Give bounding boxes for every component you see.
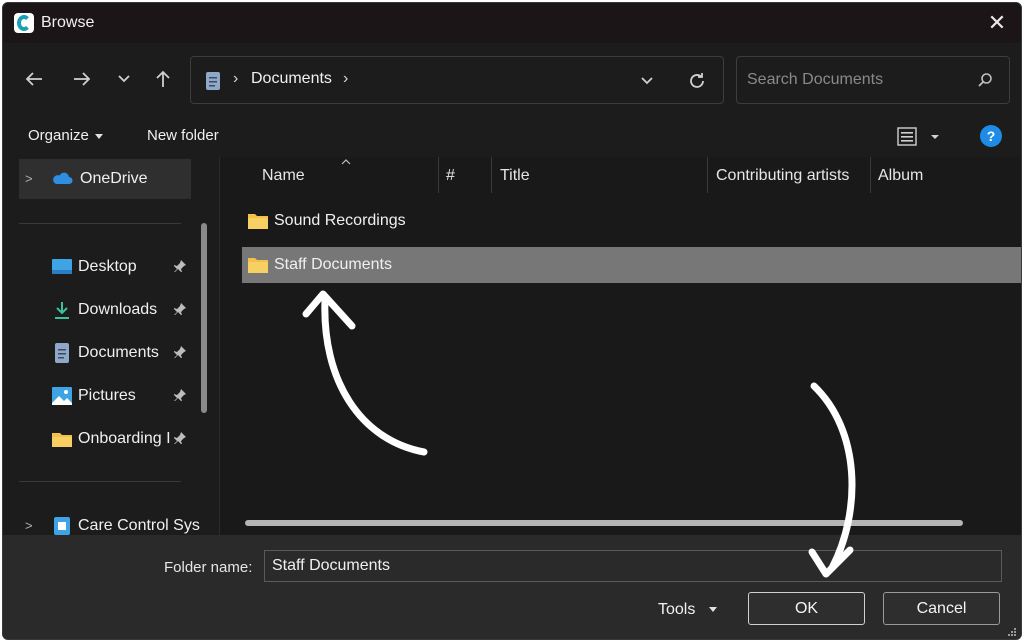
file-row-staff-documents[interactable]: Staff Documents [242, 247, 1021, 283]
close-button[interactable]: ✕ [983, 9, 1011, 37]
back-button[interactable] [19, 64, 49, 94]
sidebar-item-label: Onboarding I [78, 430, 171, 447]
folder-icon [52, 433, 72, 447]
drive-icon [54, 517, 70, 535]
arrow-up-icon [156, 70, 170, 87]
command-bar: Organize New folder ? [3, 115, 1021, 157]
column-divider[interactable] [438, 157, 439, 193]
window-title: Browse [41, 14, 95, 31]
column-header-title[interactable]: Title [500, 167, 530, 185]
column-divider[interactable] [491, 157, 492, 193]
address-bar[interactable]: › Documents › [190, 56, 724, 104]
organize-label: Organize [28, 127, 89, 144]
chevron-right-icon[interactable]: > [25, 518, 33, 533]
tools-dropdown[interactable]: Tools [658, 601, 718, 619]
column-divider[interactable] [707, 157, 708, 193]
breadcrumb-documents[interactable]: Documents [251, 70, 332, 88]
refresh-button[interactable] [685, 69, 709, 93]
search-box[interactable] [736, 56, 1010, 104]
folder-icon [248, 214, 268, 229]
column-header-album[interactable]: Album [878, 167, 923, 185]
pin-icon[interactable] [173, 345, 187, 359]
column-header-contributing-artists[interactable]: Contributing artists [716, 167, 849, 185]
change-view-button[interactable] [893, 124, 945, 150]
search-input[interactable] [747, 68, 967, 92]
view-list-icon [897, 127, 939, 146]
browse-dialog: Browse ✕ › Documents › Search Documents … [2, 2, 1022, 640]
forward-button[interactable] [67, 64, 97, 94]
address-history-dropdown[interactable] [635, 71, 659, 91]
dialog-footer: Folder name: Tools OK Cancel [3, 535, 1021, 639]
cancel-button[interactable]: Cancel [883, 592, 1000, 625]
sidebar-item-label: Desktop [78, 258, 137, 275]
download-icon [55, 302, 69, 319]
sidebar-item-desktop[interactable]: Desktop [19, 247, 191, 287]
sidebar-item-label: Downloads [78, 301, 158, 318]
file-list: Name # Title Contributing artists Album … [219, 157, 1021, 535]
sidebar-item-onedrive[interactable]: > OneDrive [19, 159, 191, 199]
folder-name-label: Folder name: [164, 559, 253, 576]
cloud-icon [53, 172, 73, 184]
column-header-number[interactable]: # [446, 167, 455, 185]
new-folder-button[interactable]: New folder [147, 127, 219, 144]
up-button[interactable] [148, 64, 178, 94]
pin-icon[interactable] [173, 388, 187, 402]
pin-icon[interactable] [173, 302, 187, 316]
pin-icon[interactable] [173, 259, 187, 273]
sidebar-divider [19, 223, 181, 224]
sidebar-item-label: OneDrive [80, 170, 148, 187]
sidebar-item-documents[interactable]: Documents [19, 333, 191, 373]
app-logo-icon [14, 13, 34, 33]
caret-down-icon [709, 607, 718, 613]
column-divider[interactable] [870, 157, 871, 193]
navigation-bar: › Documents › [3, 43, 1021, 115]
arrow-left-icon [25, 72, 42, 86]
organize-button[interactable]: Organize [28, 127, 103, 144]
pictures-icon [52, 387, 72, 405]
chevron-right-icon[interactable]: > [25, 171, 33, 186]
ok-button[interactable]: OK [748, 592, 865, 625]
desktop-icon [52, 259, 72, 274]
sidebar-item-pictures[interactable]: Pictures [19, 376, 191, 416]
chevron-down-icon [118, 75, 130, 83]
documents-icon [55, 343, 69, 363]
file-name: Sound Recordings [274, 212, 406, 229]
search-icon [978, 73, 992, 87]
sidebar-item-label: Pictures [78, 387, 136, 404]
pin-icon[interactable] [173, 431, 187, 445]
chevron-down-icon [641, 77, 653, 85]
refresh-icon [690, 73, 704, 88]
sidebar-item-label: Care Control Sys [78, 517, 200, 534]
breadcrumb-separator-icon: › [233, 70, 239, 87]
column-header-name[interactable]: Name [262, 167, 305, 185]
navigation-pane: > OneDrive Desktop Downloads Documents P… [3, 157, 219, 535]
sidebar-item-onboarding[interactable]: Onboarding I [19, 419, 191, 459]
caret-down-icon [94, 133, 103, 139]
file-row-sound-recordings[interactable]: Sound Recordings [242, 203, 1021, 239]
sidebar-item-care-control[interactable]: > Care Control Sys [19, 506, 200, 535]
arrow-right-icon [74, 72, 91, 86]
tools-label: Tools [658, 601, 696, 618]
sidebar-item-downloads[interactable]: Downloads [19, 290, 191, 330]
sidebar-scrollbar[interactable] [201, 223, 207, 413]
resize-grip-icon[interactable] [1007, 627, 1017, 637]
title-bar: Browse ✕ [3, 3, 1021, 43]
help-icon[interactable]: ? [980, 125, 1002, 147]
folder-name-input[interactable] [264, 550, 1002, 582]
document-icon [206, 72, 220, 90]
sort-ascending-icon [341, 159, 351, 165]
sidebar-item-label: Documents [78, 344, 159, 361]
folder-icon [248, 258, 268, 273]
recent-locations-button[interactable] [109, 64, 139, 94]
file-name: Staff Documents [274, 256, 392, 273]
breadcrumb-separator-icon[interactable]: › [343, 70, 348, 88]
sidebar-divider [19, 481, 181, 482]
horizontal-scrollbar[interactable] [245, 520, 963, 526]
